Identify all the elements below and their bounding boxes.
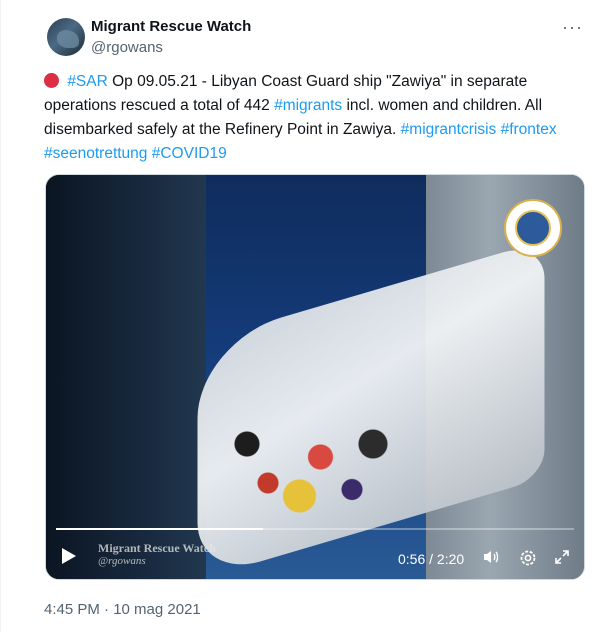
video-player[interactable]: Migrant Rescue Watch @rgowans 0:56 / 2:2… <box>45 174 585 580</box>
avatar-image <box>57 30 79 48</box>
hashtag-link[interactable]: #migrants <box>274 97 342 114</box>
author-handle[interactable]: @rgowans <box>91 39 163 56</box>
hashtag-link[interactable]: #migrantcrisis <box>401 121 497 138</box>
more-options-icon[interactable]: ··· <box>562 18 583 36</box>
tweet-timestamp[interactable]: 4:45 PM · 10 mag 2021 <box>44 601 201 618</box>
video-frame-left <box>46 175 206 579</box>
play-icon[interactable] <box>62 548 76 564</box>
hashtag-link[interactable]: #COVID19 <box>152 145 227 162</box>
hashtag-link[interactable]: #SAR <box>67 73 108 90</box>
hashtag-link[interactable]: #seenotrettung <box>44 145 147 162</box>
volume-icon[interactable] <box>482 549 500 569</box>
tweet-card: Migrant Rescue Watch @rgowans ··· #SAR O… <box>0 0 599 632</box>
video-frame-people <box>226 405 436 535</box>
fullscreen-icon[interactable] <box>554 549 570 569</box>
watermark-title: Migrant Rescue Watch <box>98 541 216 555</box>
red-circle-emoji-icon <box>44 73 59 88</box>
coast-guard-logo-icon <box>504 199 562 257</box>
video-time: 0:56 / 2:20 <box>398 551 465 567</box>
video-progress-bar[interactable] <box>56 528 574 530</box>
coast-guard-logo-inner <box>515 210 551 246</box>
watermark-handle: @rgowans <box>98 555 146 567</box>
author-name[interactable]: Migrant Rescue Watch <box>91 18 251 35</box>
video-progress-fill <box>56 528 264 530</box>
tweet-text: #SAR Op 09.05.21 - Libyan Coast Guard sh… <box>44 70 579 166</box>
settings-gear-icon[interactable] <box>519 549 537 571</box>
avatar[interactable] <box>47 18 85 56</box>
hashtag-link[interactable]: #frontex <box>501 121 557 138</box>
video-watermark: Migrant Rescue Watch @rgowans <box>98 542 216 568</box>
